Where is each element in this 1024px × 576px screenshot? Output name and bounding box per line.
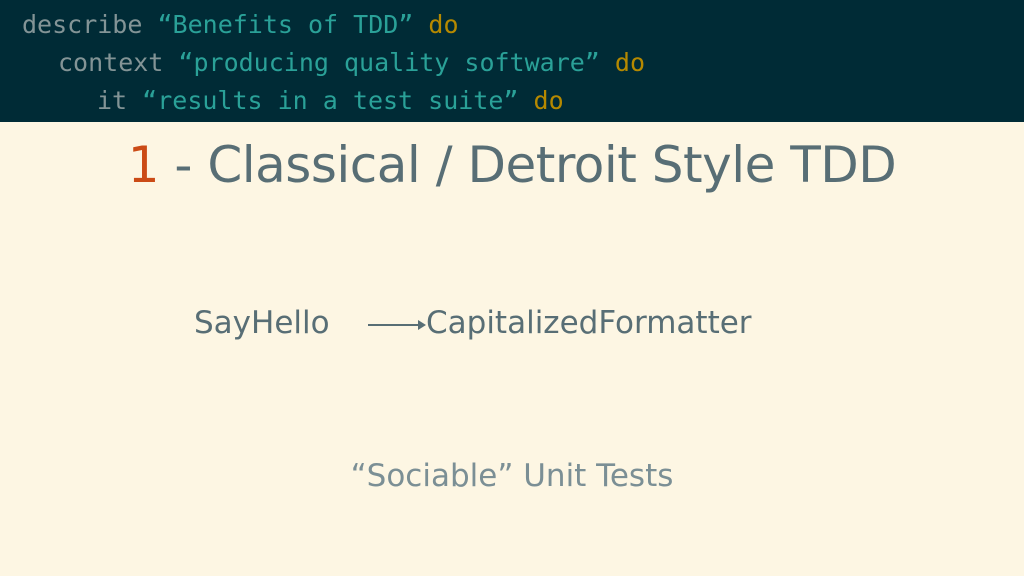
code-line-context: context “producing quality software” do — [58, 48, 645, 78]
code-keyword: it — [97, 86, 128, 115]
node-sayhello: SayHello — [194, 305, 330, 341]
code-string: “results in a test suite” — [142, 86, 519, 115]
code-do: do — [428, 10, 459, 39]
arrow-right-icon — [368, 320, 426, 330]
code-line-describe: describe “Benefits of TDD” do — [22, 10, 459, 40]
code-do: do — [533, 86, 564, 115]
slide-subtitle: “Sociable” Unit Tests — [350, 458, 674, 494]
code-keyword: context — [58, 48, 164, 77]
code-string: “producing quality software” — [178, 48, 600, 77]
title-text: - Classical / Detroit Style TDD — [159, 136, 897, 194]
slide-title: 1 - Classical / Detroit Style TDD — [0, 136, 1024, 194]
title-number: 1 — [127, 136, 160, 194]
code-line-it: it “results in a test suite” do — [97, 86, 564, 116]
code-header: describe “Benefits of TDD” do context “p… — [0, 0, 1024, 122]
code-do: do — [614, 48, 646, 77]
code-string: “Benefits of TDD” — [157, 10, 414, 39]
node-capitalizedformatter: CapitalizedFormatter — [426, 305, 752, 341]
code-keyword: describe — [22, 10, 143, 39]
dependency-diagram: SayHello CapitalizedFormatter — [0, 300, 1024, 346]
